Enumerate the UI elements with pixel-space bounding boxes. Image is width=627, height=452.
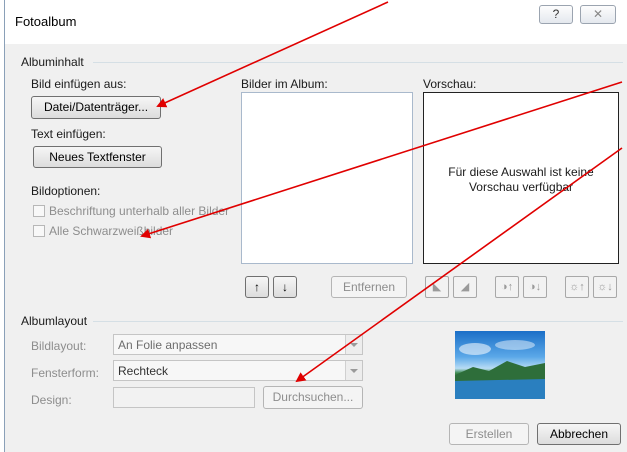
preview-label: Vorschau: [423, 77, 477, 91]
move-up-icon: ↑ [254, 280, 260, 294]
move-up-button[interactable]: ↑ [245, 276, 269, 298]
album-layout-divider [93, 321, 623, 322]
photo-album-dialog: Fotoalbum ? ✕ Albuminhalt Bild einfügen … [4, 0, 627, 452]
rotate-left-icon: ◣ [432, 281, 442, 293]
new-textbox-button[interactable]: Neues Textfenster [33, 146, 162, 168]
rotate-left-button[interactable]: ◣ [425, 276, 449, 298]
design-field[interactable] [113, 387, 255, 408]
create-button[interactable]: Erstellen [449, 423, 529, 445]
insert-text-label: Text einfügen: [31, 127, 106, 141]
title-bar: Fotoalbum ? ✕ [5, 0, 627, 44]
chevron-down-icon [345, 361, 362, 380]
insert-picture-label: Bild einfügen aus: [31, 77, 127, 91]
contrast-up-icon: ◑↑ [500, 281, 514, 293]
cancel-button[interactable]: Abbrechen [537, 423, 621, 445]
remove-button[interactable]: Entfernen [331, 276, 407, 298]
album-layout-group-label: Albumlayout [21, 314, 88, 328]
pictures-in-album-label: Bilder im Album: [241, 77, 328, 91]
picture-layout-label: Bildlayout: [31, 339, 87, 353]
contrast-down-button[interactable]: ◑↓ [523, 276, 547, 298]
preview-pane: Für diese Auswahl ist keine Vorschau ver… [423, 92, 619, 264]
frame-shape-label: Fensterform: [31, 366, 100, 380]
frame-shape-select[interactable]: Rechteck [113, 360, 363, 381]
brightness-down-icon: ☼↓ [597, 281, 613, 293]
close-button[interactable]: ✕ [580, 5, 616, 24]
picture-layout-value: An Folie anpassen [118, 338, 218, 352]
pictures-listbox[interactable] [241, 92, 413, 264]
picture-options-label: Bildoptionen: [31, 184, 101, 198]
bw-checkbox[interactable] [33, 225, 45, 237]
brightness-up-button[interactable]: ☼↑ [565, 276, 589, 298]
contrast-down-icon: ◑↓ [528, 281, 542, 293]
album-content-group-label: Albuminhalt [21, 55, 84, 69]
brightness-down-button[interactable]: ☼↓ [593, 276, 617, 298]
design-label: Design: [31, 393, 72, 407]
file-disk-button[interactable]: Datei/Datenträger... [31, 96, 161, 119]
help-button[interactable]: ? [539, 5, 573, 24]
contrast-up-button[interactable]: ◑↑ [495, 276, 519, 298]
brightness-up-icon: ☼↑ [569, 281, 585, 293]
browse-button[interactable]: Durchsuchen... [263, 386, 363, 409]
layout-preview-thumbnail [455, 331, 545, 399]
help-icon: ? [552, 7, 560, 21]
chevron-down-icon [345, 335, 362, 354]
rotate-right-icon: ◢ [460, 281, 470, 293]
frame-shape-value: Rechteck [118, 364, 169, 378]
rotate-right-button[interactable]: ◢ [453, 276, 477, 298]
picture-layout-select[interactable]: An Folie anpassen [113, 334, 363, 355]
move-down-icon: ↓ [282, 280, 288, 294]
close-icon: ✕ [592, 7, 604, 21]
album-content-divider [93, 62, 623, 63]
bw-checkbox-label: Alle Schwarzweißbilder [49, 224, 174, 238]
landscape-image [455, 340, 545, 399]
move-down-button[interactable]: ↓ [273, 276, 297, 298]
caption-checkbox[interactable] [33, 205, 45, 217]
preview-message: Für diese Auswahl ist keine Vorschau ver… [448, 165, 594, 194]
caption-checkbox-label: Beschriftung unterhalb aller Bilder [49, 204, 230, 218]
window-title: Fotoalbum [15, 14, 77, 29]
